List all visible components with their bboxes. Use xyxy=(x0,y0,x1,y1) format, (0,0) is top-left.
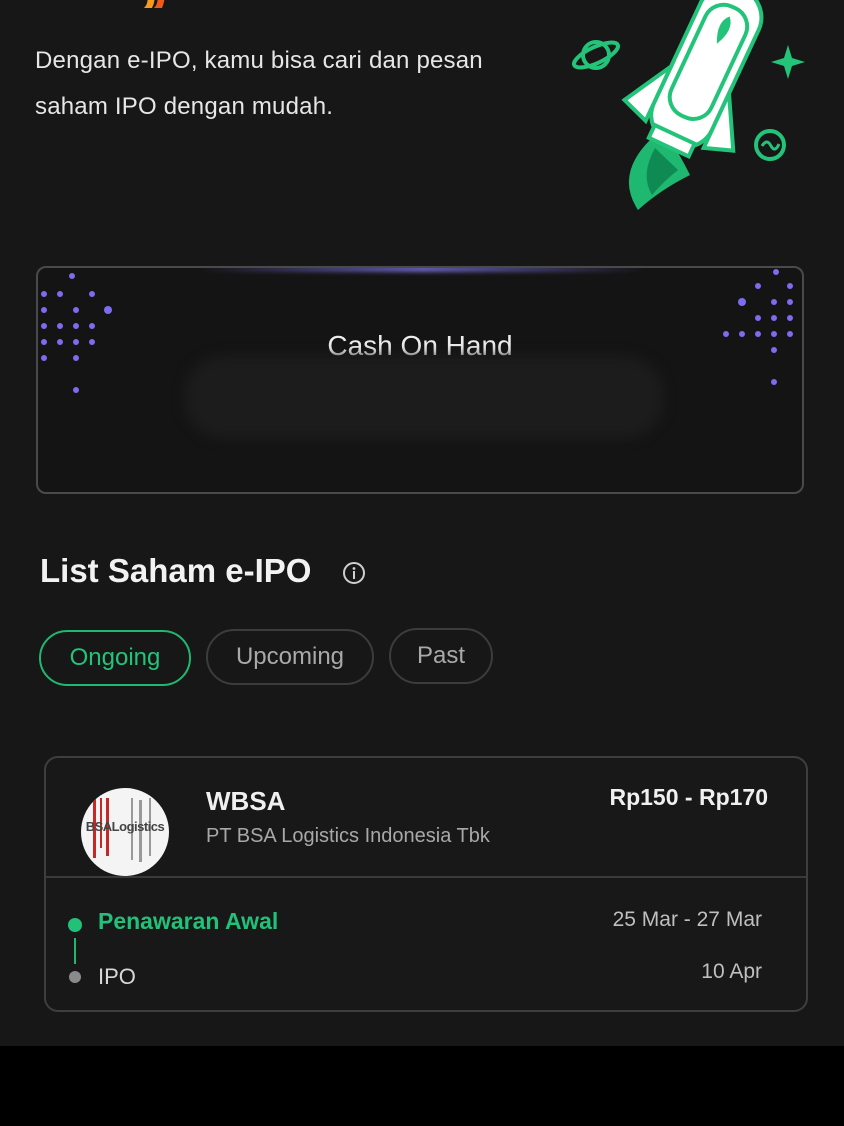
hero-description: Dengan e-IPO, kamu bisa cari dan pesan s… xyxy=(35,47,483,120)
timeline-line xyxy=(74,938,76,964)
section-title: List Saham e-IPO xyxy=(40,552,312,589)
ipo-card[interactable]: BSALogistics WBSA PT BSA Logistics Indon… xyxy=(44,756,808,1012)
ipo-price-range: Rp150 - Rp170 xyxy=(609,784,768,810)
flame-icon xyxy=(144,0,165,8)
info-icon[interactable] xyxy=(341,560,367,586)
card-divider xyxy=(46,876,806,878)
stage-penawaran-awal-date: 25 Mar - 27 Mar xyxy=(612,908,762,931)
stage-ipo-date: 10 Apr xyxy=(701,960,762,983)
cash-value-redacted xyxy=(184,356,664,438)
tab-past[interactable]: Past xyxy=(389,628,493,684)
card-glow xyxy=(198,268,648,272)
stage-ipo: IPO xyxy=(98,964,136,989)
ipo-company-name: PT BSA Logistics Indonesia Tbk xyxy=(206,825,490,847)
bottom-black-bar xyxy=(0,1046,844,1126)
rocket-illustration-icon xyxy=(571,0,805,210)
ipo-ticker: WBSA xyxy=(206,786,286,816)
tab-ongoing[interactable]: Ongoing xyxy=(39,630,191,686)
cash-on-hand-card: Cash On Hand xyxy=(36,266,804,494)
tab-upcoming[interactable]: Upcoming xyxy=(206,629,374,685)
logo-text: BSALogistics xyxy=(85,819,165,834)
timeline-dot-pending xyxy=(69,971,81,983)
stage-penawaran-awal: Penawaran Awal xyxy=(98,908,279,934)
eipo-screen: Dengan e-IPO, kamu bisa cari dan pesan s… xyxy=(0,0,844,1046)
timeline-dot-active xyxy=(68,918,82,932)
company-logo: BSALogistics xyxy=(81,788,169,876)
